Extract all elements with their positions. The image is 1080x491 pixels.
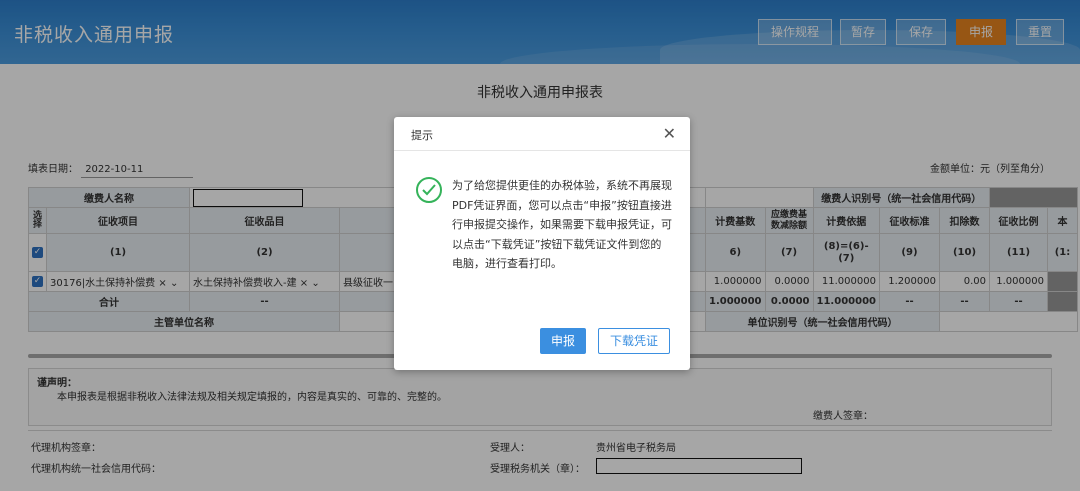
close-icon[interactable]: ✕ [663,124,676,143]
success-check-icon [416,177,442,203]
prompt-dialog: 提示 ✕ 为了给您提供更佳的办税体验，系统不再展现PDF凭证界面，您可以点击“申… [394,117,690,370]
dialog-submit-button[interactable]: 申报 [540,328,586,354]
dialog-message: 为了给您提供更佳的办税体验，系统不再展现PDF凭证界面，您可以点击“申报”按钮直… [452,179,672,270]
dialog-header: 提示 ✕ [394,117,690,151]
download-voucher-button[interactable]: 下载凭证 [598,328,670,354]
dialog-title: 提示 [411,129,433,142]
